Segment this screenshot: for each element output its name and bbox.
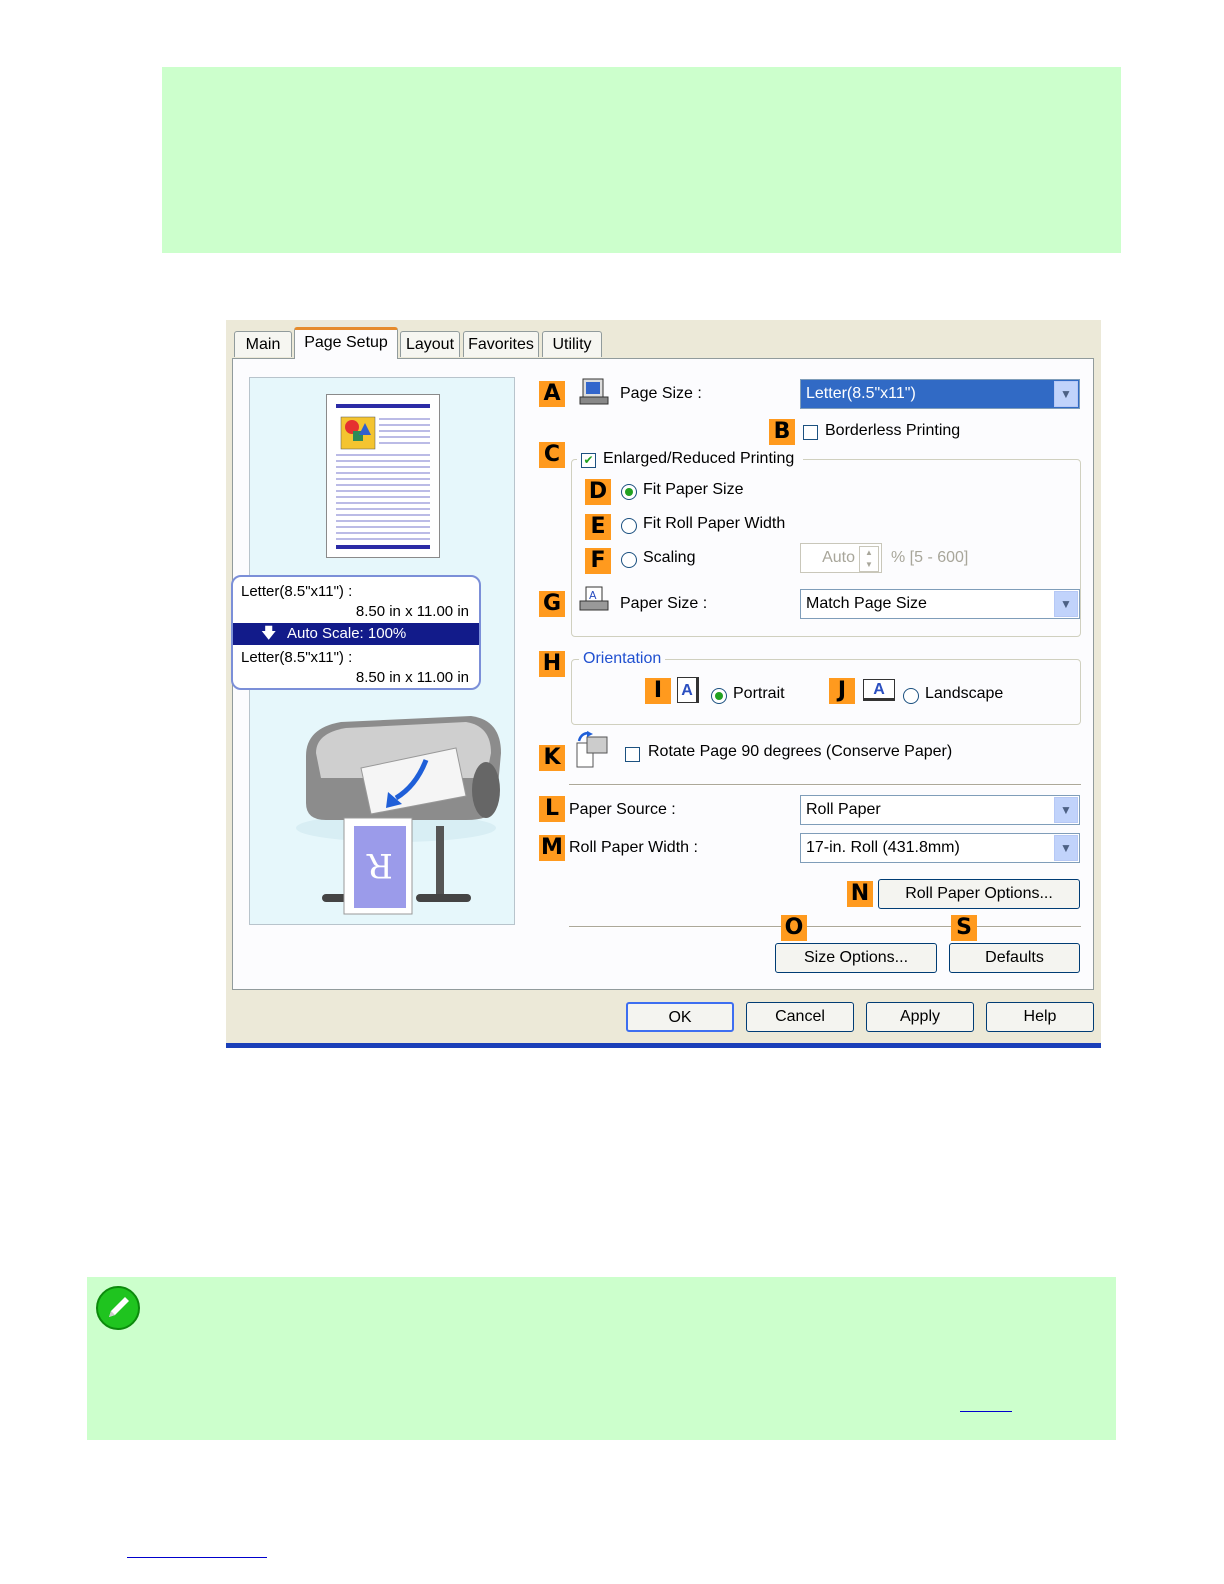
portrait-radio[interactable] [711,688,727,704]
marker-i: I [645,678,671,704]
scaling-label: Scaling [643,549,696,566]
apply-button[interactable]: Apply [866,1002,974,1032]
page-link-underline[interactable] [127,1557,267,1558]
paper-size-label: Paper Size : [620,595,708,612]
note-box [87,1277,1116,1440]
rotate-page-icon [576,731,608,768]
tab-utility[interactable]: Utility [542,331,602,357]
fit-roll-radio[interactable] [621,518,637,534]
info-line-1: Letter(8.5"x11") : [241,583,353,600]
marker-m: M [539,835,565,861]
rotate-checkbox[interactable] [625,747,640,762]
marker-a: A [539,381,565,407]
cancel-button[interactable]: Cancel [746,1002,854,1032]
marker-j: J [829,678,855,704]
tab-page-setup[interactable]: Page Setup [294,327,398,359]
enlarged-label: Enlarged/Reduced Printing [603,450,795,467]
page-size-value: Letter(8.5"x11") [806,385,916,402]
rotate-label: Rotate Page 90 degrees (Conserve Paper) [648,743,953,760]
info-line-3: Letter(8.5"x11") : [241,649,353,666]
page-size-select[interactable]: Letter(8.5"x11") ▼ [800,379,1080,409]
defaults-button[interactable]: Defaults [949,943,1080,973]
tab-favorites[interactable]: Favorites [463,331,539,357]
fit-paper-radio[interactable] [621,484,637,500]
marker-b: B [769,419,795,445]
spinner-icon[interactable]: ▲ ▼ [859,546,879,572]
marker-h: H [539,651,565,677]
printer-illustration: R [296,716,501,915]
landscape-icon: A [863,679,895,701]
fit-paper-label: Fit Paper Size [643,481,744,498]
paper-source-select[interactable]: Roll Paper ▼ [800,795,1080,825]
fit-roll-label: Fit Roll Paper Width [643,515,786,532]
marker-d: D [585,479,611,505]
page-setup-panel: R Letter(8.5"x11") : 8.50 in x 11.00 in … [231,358,1094,990]
auto-scale-text: Auto Scale: 100% [287,625,407,642]
page-preview [326,394,440,558]
size-options-button[interactable]: Size Options... [775,943,937,973]
marker-e: E [585,514,611,540]
scaling-value: Auto [822,549,855,566]
marker-g: G [539,591,565,617]
pencil-note-icon [96,1286,140,1330]
ok-button[interactable]: OK [626,1002,734,1032]
paper-size-icon: A [579,586,609,611]
tab-main[interactable]: Main [234,331,292,357]
chevron-down-icon[interactable]: ▼ [1054,381,1078,407]
paper-source-value: Roll Paper [806,801,881,818]
marker-n: N [847,881,873,907]
paper-size-value: Match Page Size [806,595,927,612]
paper-source-label: Paper Source : [569,801,676,818]
landscape-radio[interactable] [903,688,919,704]
down-arrow-icon: 🡇 [261,625,277,642]
separator [569,784,1081,786]
landscape-label: Landscape [925,685,1004,702]
roll-width-value: 17-in. Roll (431.8mm) [806,839,960,856]
help-button[interactable]: Help [986,1002,1094,1032]
roll-width-label: Roll Paper Width : [569,839,698,856]
chevron-down-icon[interactable]: ▼ [1054,591,1078,617]
portrait-icon: A [677,677,699,703]
note-link-underline[interactable] [960,1411,1012,1412]
orientation-title: Orientation [579,650,666,668]
chevron-down-icon[interactable]: ▼ [1054,797,1078,823]
enlarged-checkbox[interactable]: ✔ [581,453,596,468]
page-size-icon [579,378,609,405]
roll-letter: R [366,845,393,885]
marker-l: L [539,796,565,822]
marker-s: S [951,915,977,941]
paper-size-select[interactable]: Match Page Size ▼ [800,589,1080,619]
separator [569,926,1081,928]
marker-o: O [781,915,807,941]
scaling-input[interactable]: Auto ▲ ▼ [800,543,882,573]
portrait-label: Portrait [733,685,785,702]
auto-scale-bar: 🡇 Auto Scale: 100% [233,623,479,645]
preview-size-info: Letter(8.5"x11") : 8.50 in x 11.00 in 🡇 … [231,575,481,690]
borderless-checkbox[interactable] [803,425,818,440]
scaling-range: % [5 - 600] [891,549,969,566]
page-size-label: Page Size : [620,385,702,402]
info-line-4: 8.50 in x 11.00 in [355,669,469,686]
marker-k: K [539,745,565,771]
marker-c: C [539,442,565,468]
scaling-radio[interactable] [621,552,637,568]
top-note-box [162,67,1121,253]
borderless-label: Borderless Printing [825,422,961,439]
roll-paper-options-button[interactable]: Roll Paper Options... [878,879,1080,909]
chevron-down-icon[interactable]: ▼ [1054,835,1078,861]
tab-layout[interactable]: Layout [400,331,460,357]
roll-width-select[interactable]: 17-in. Roll (431.8mm) ▼ [800,833,1080,863]
marker-f: F [585,548,611,574]
info-line-2: 8.50 in x 11.00 in [355,603,469,620]
svg-text:A: A [589,589,597,602]
page-lines-graphic [336,404,430,549]
printer-properties-dialog: Main Page Setup Layout Favorites Utility [226,320,1101,1048]
